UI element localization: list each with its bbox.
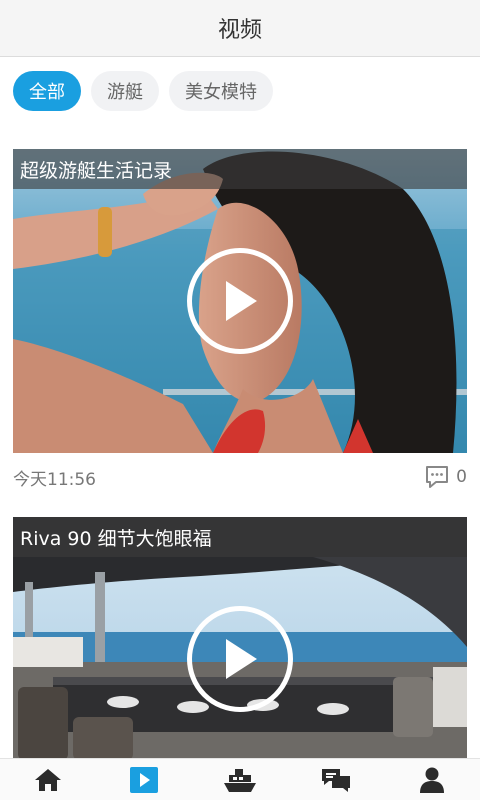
bottom-tab-bar [0, 758, 480, 800]
filter-chip-all[interactable]: 全部 [13, 71, 81, 111]
chat-icon [322, 768, 350, 792]
play-icon [226, 281, 257, 321]
home-icon [35, 768, 61, 791]
comment-count-value: 0 [456, 467, 467, 487]
video-thumbnail[interactable]: Riva 90 细节大饱眼福 [13, 517, 467, 760]
play-button[interactable] [187, 606, 293, 712]
video-timestamp: 今天11:56 [13, 469, 96, 490]
video-meta: 今天11:56 0 [13, 453, 467, 501]
video-title: 超级游艇生活记录 [13, 149, 467, 189]
filter-chip-models[interactable]: 美女模特 [169, 71, 273, 111]
comment-count[interactable]: 0 [424, 464, 467, 490]
video-thumbnail[interactable]: 超级游艇生活记录 [13, 149, 467, 453]
page-title: 视频 [217, 18, 262, 43]
play-icon [226, 639, 257, 679]
profile-icon [420, 767, 444, 793]
app-header: 视频 [0, 0, 480, 57]
comment-icon [426, 466, 449, 488]
tab-profile[interactable] [402, 759, 462, 800]
tab-video[interactable] [114, 759, 174, 800]
play-button[interactable] [187, 248, 293, 354]
video-card[interactable]: Riva 90 细节大饱眼福 [13, 517, 467, 760]
yacht-icon [224, 768, 256, 792]
tab-messages[interactable] [306, 759, 366, 800]
video-title: Riva 90 细节大饱眼福 [13, 517, 467, 557]
video-card[interactable]: 超级游艇生活记录 今天11:56 0 [13, 149, 467, 501]
tab-yacht[interactable] [210, 759, 270, 800]
tab-home[interactable] [18, 759, 78, 800]
filter-chip-yacht[interactable]: 游艇 [91, 71, 159, 111]
category-filter-bar: 全部 游艇 美女模特 [13, 70, 273, 112]
video-play-icon [130, 766, 158, 793]
